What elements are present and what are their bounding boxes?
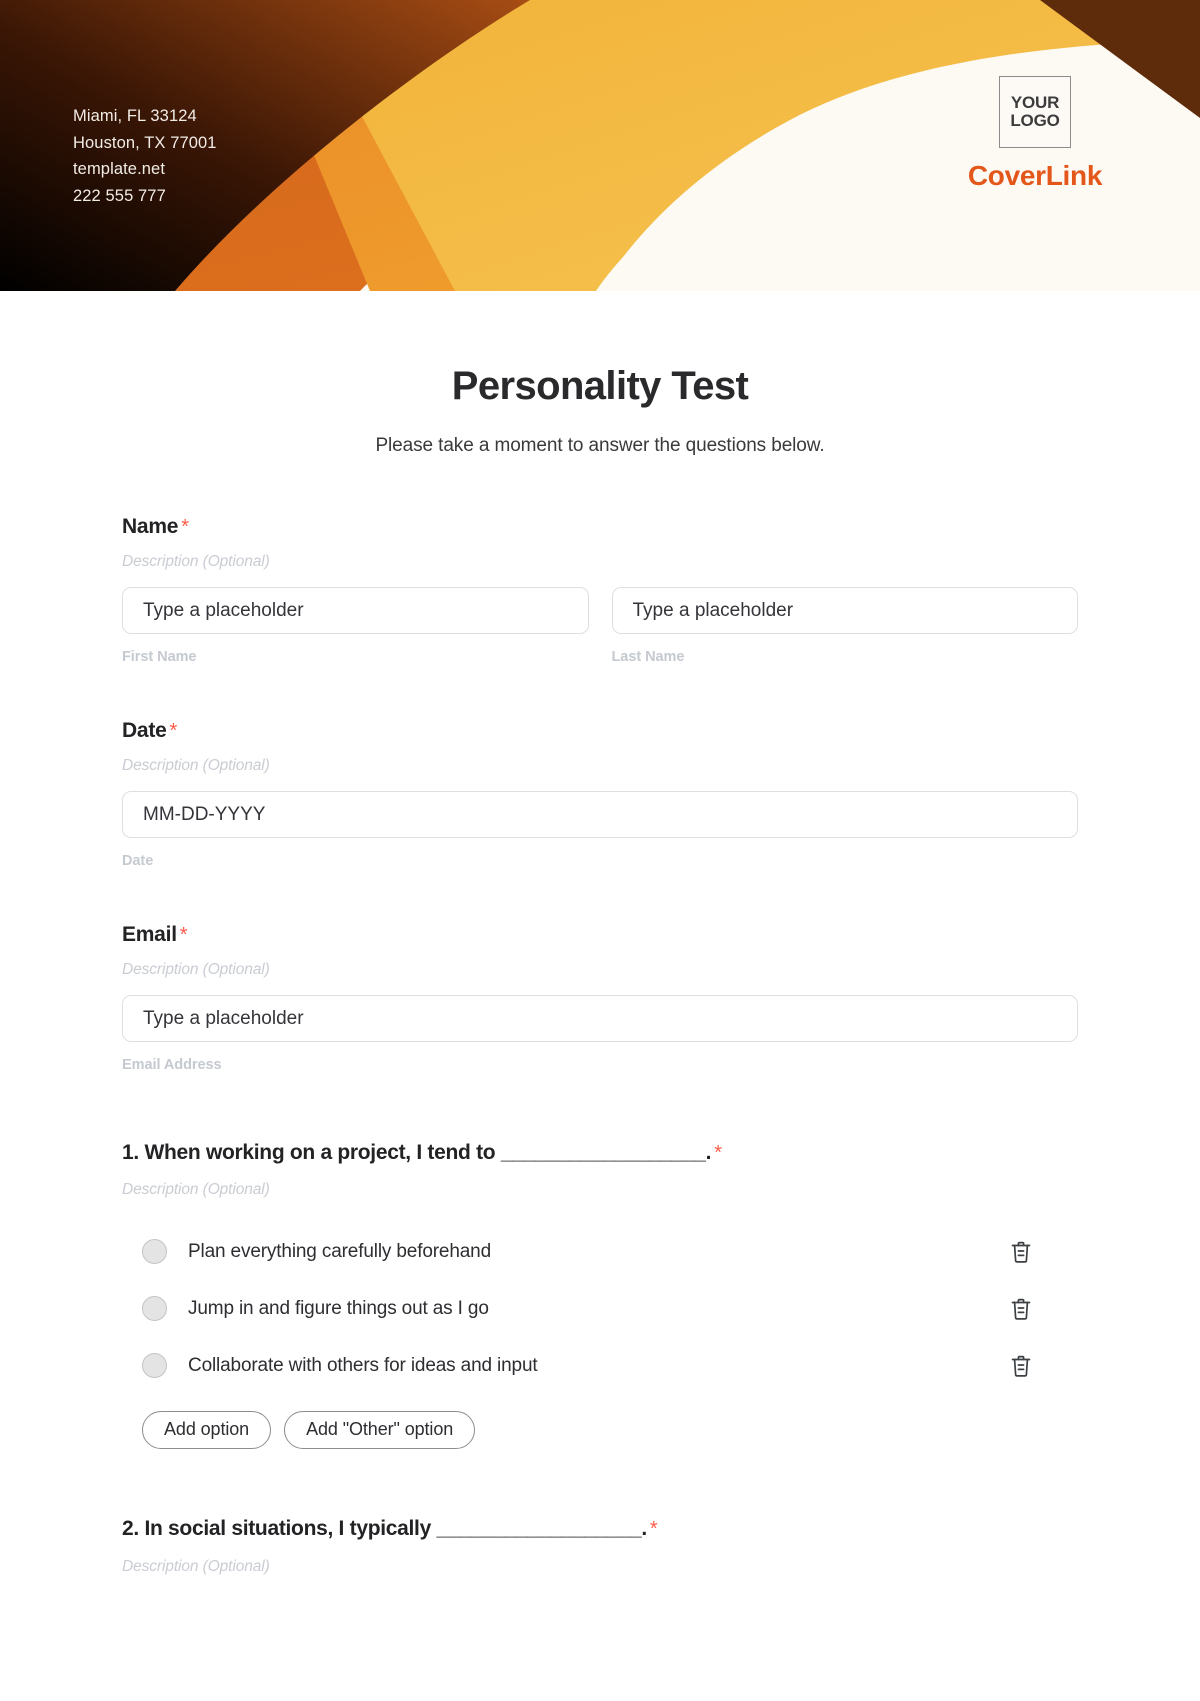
address-line: Miami, FL 33124 (73, 107, 197, 125)
last-name-input[interactable] (611, 587, 1078, 634)
logo-line-2: LOGO (1010, 111, 1060, 130)
question-1-add-buttons: Add option Add "Other" option (122, 1411, 1078, 1450)
email-sublabel-row: Email Address (122, 1042, 1078, 1073)
radio-button-icon[interactable] (142, 1239, 167, 1265)
delete-option-button[interactable] (1006, 1294, 1036, 1324)
brand-block: YOUR LOGO CoverLink (870, 76, 1200, 192)
field-description: Description (Optional) (122, 757, 270, 774)
first-name-sublabel: First Name (122, 649, 197, 665)
question-title: 2. In social situations, I typically ___… (122, 1515, 1078, 1543)
date-sublabel-row: Date (122, 838, 1078, 869)
address-line: 222 555 777 (73, 187, 166, 206)
question-description: Description (Optional) (122, 1557, 270, 1575)
delete-option-button[interactable] (1006, 1237, 1036, 1267)
field-email: Email* Description (Optional) Email Addr… (122, 923, 1078, 1073)
option-row[interactable]: Collaborate with others for ideas and in… (122, 1337, 1078, 1394)
option-row[interactable]: Jump in and figure things out as I go (122, 1280, 1078, 1337)
page-title: Personality Test (451, 364, 749, 408)
required-marker: * (714, 1142, 722, 1164)
date-input[interactable] (122, 791, 1078, 838)
required-marker: * (179, 924, 188, 946)
email-input[interactable] (122, 995, 1078, 1042)
required-marker: * (169, 720, 178, 742)
question-1-options: Plan everything carefully beforehand Jum… (122, 1223, 1078, 1394)
add-option-button[interactable]: Add option (142, 1411, 272, 1450)
option-label: Plan everything carefully beforehand (188, 1240, 492, 1262)
question-2: 2. In social situations, I typically ___… (122, 1515, 1078, 1575)
page-subtitle: Please take a moment to answer the quest… (375, 435, 825, 456)
question-title: 1. When working on a project, I tend to … (122, 1139, 1078, 1167)
company-address: Miami, FL 33124 Houston, TX 77001 templa… (73, 103, 217, 210)
option-row[interactable]: Plan everything carefully beforehand (122, 1223, 1078, 1280)
first-name-input[interactable] (122, 587, 589, 634)
name-sublabel-row: First Name Last Name (122, 634, 1078, 665)
radio-button-icon[interactable] (142, 1353, 167, 1379)
field-name: Name* Description (Optional) First Name … (122, 515, 1078, 665)
delete-option-button[interactable] (1006, 1351, 1036, 1381)
header-banner: Miami, FL 33124 Houston, TX 77001 templa… (0, 0, 1200, 291)
add-other-option-button[interactable]: Add "Other" option (284, 1411, 476, 1450)
question-1: 1. When working on a project, I tend to … (122, 1139, 1078, 1450)
option-label: Jump in and figure things out as I go (188, 1297, 489, 1319)
last-name-sublabel: Last Name (611, 649, 685, 665)
date-input-row (122, 791, 1078, 838)
email-input-row (122, 995, 1078, 1042)
required-marker: * (649, 1518, 658, 1541)
field-date: Date* Description (Optional) Date (122, 719, 1078, 869)
trash-icon (1011, 1355, 1031, 1377)
field-description: Description (Optional) (122, 553, 270, 570)
address-line: Houston, TX 77001 (73, 133, 217, 152)
logo-placeholder: YOUR LOGO (999, 76, 1071, 148)
name-input-row (122, 587, 1078, 634)
field-description: Description (Optional) (122, 961, 270, 978)
form-body: Personality Test Please take a moment to… (0, 364, 1200, 1576)
question-title-text: 1. When working on a project, I tend to … (122, 1141, 712, 1164)
field-label-text: Email (122, 923, 177, 946)
field-label: Email * (122, 923, 1078, 947)
logo-line-1: YOUR (1010, 92, 1060, 112)
trash-icon (1011, 1298, 1031, 1320)
field-label-text: Name (122, 515, 179, 538)
date-sublabel: Date (122, 853, 154, 869)
field-label: Name * (122, 515, 1078, 539)
trash-icon (1011, 1241, 1031, 1263)
brand-name: CoverLink (967, 160, 1103, 191)
field-label: Date * (122, 719, 1078, 743)
question-title-text: 2. In social situations, I typically ___… (122, 1517, 647, 1541)
field-label-text: Date (122, 719, 167, 742)
question-description: Description (Optional) (122, 1181, 270, 1199)
email-sublabel: Email Address (122, 1057, 222, 1073)
address-line: template.net (73, 160, 166, 179)
radio-button-icon[interactable] (142, 1296, 167, 1322)
required-marker: * (181, 516, 189, 538)
option-label: Collaborate with others for ideas and in… (188, 1354, 538, 1376)
form-page: Miami, FL 33124 Houston, TX 77001 templa… (0, 0, 1200, 1701)
